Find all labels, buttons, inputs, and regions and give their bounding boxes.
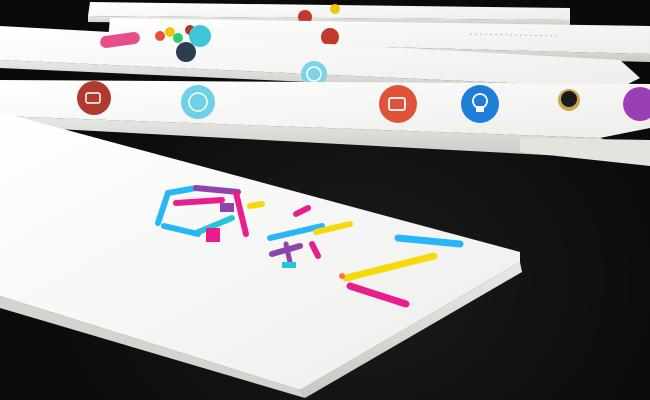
photo-scene <box>0 0 650 400</box>
foam-sticks-photo <box>0 2 650 398</box>
blue-circle-icon <box>461 85 499 123</box>
foreground-stick <box>0 112 522 398</box>
lightblue-circle-icon <box>181 85 215 119</box>
yellow-circle-icon <box>330 4 340 14</box>
coffee-circle-icon <box>77 81 111 115</box>
cup-circle-icon <box>379 85 417 123</box>
dark-circle-icon <box>176 42 196 62</box>
cyan-circle-icon <box>189 25 211 47</box>
magnet-icon <box>558 89 580 111</box>
red-circle-icon <box>321 28 339 46</box>
